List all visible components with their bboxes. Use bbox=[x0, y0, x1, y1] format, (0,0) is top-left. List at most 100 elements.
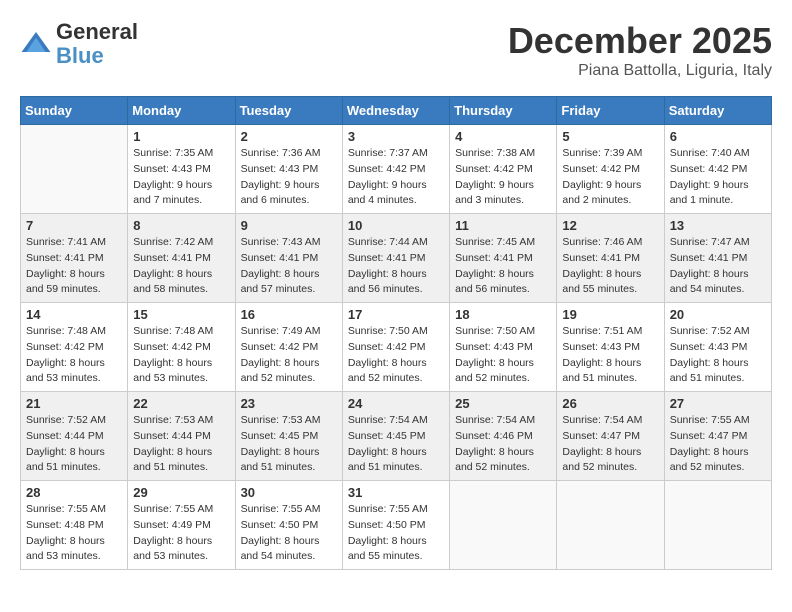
location-subtitle: Piana Battolla, Liguria, Italy bbox=[508, 62, 772, 80]
calendar-cell: 19 Sunrise: 7:51 AMSunset: 4:43 PMDayligh… bbox=[557, 303, 664, 392]
day-number: 25 bbox=[455, 396, 551, 411]
day-info: Sunrise: 7:42 AMSunset: 4:41 PMDaylight:… bbox=[133, 235, 229, 298]
calendar-cell: 18Sunrise: 7:50 AMSunset: 4:43 PMDayligh… bbox=[450, 303, 557, 392]
day-info: Sunrise: 7:50 AMSunset: 4:43 PMDaylight:… bbox=[455, 324, 551, 387]
calendar-cell: 1 Sunrise: 7:35 AMSunset: 4:43 PMDaylight… bbox=[128, 125, 235, 214]
day-number: 13 bbox=[670, 218, 766, 233]
calendar-week-4: 21 Sunrise: 7:52 AMSunset: 4:44 PMDayligh… bbox=[21, 392, 772, 481]
day-info: Sunrise: 7:55 AMSunset: 4:48 PMDaylight:… bbox=[26, 502, 122, 565]
day-number: 4 bbox=[455, 129, 551, 144]
page-header: General Blue December 2025 Piana Battoll… bbox=[20, 20, 772, 80]
day-number: 17 bbox=[348, 307, 444, 322]
calendar-cell: 5 Sunrise: 7:39 AMSunset: 4:42 PMDaylight… bbox=[557, 125, 664, 214]
calendar-cell: 21 Sunrise: 7:52 AMSunset: 4:44 PMDayligh… bbox=[21, 392, 128, 481]
day-number: 21 bbox=[26, 396, 122, 411]
day-number: 11 bbox=[455, 218, 551, 233]
day-number: 20 bbox=[670, 307, 766, 322]
day-number: 12 bbox=[562, 218, 658, 233]
calendar-cell: 16Sunrise: 7:49 AMSunset: 4:42 PMDayligh… bbox=[235, 303, 342, 392]
header-cell-tuesday: Tuesday bbox=[235, 97, 342, 125]
calendar-week-3: 14 Sunrise: 7:48 AMSunset: 4:42 PMDayligh… bbox=[21, 303, 772, 392]
calendar-cell: 11 Sunrise: 7:45 AMSunset: 4:41 PMDayligh… bbox=[450, 214, 557, 303]
day-info: Sunrise: 7:55 AMSunset: 4:49 PMDaylight:… bbox=[133, 502, 229, 565]
calendar-cell: 24Sunrise: 7:54 AMSunset: 4:45 PMDayligh… bbox=[342, 392, 449, 481]
day-info: Sunrise: 7:54 AMSunset: 4:47 PMDaylight:… bbox=[562, 413, 658, 476]
day-number: 1 bbox=[133, 129, 229, 144]
calendar-cell bbox=[21, 125, 128, 214]
day-number: 23 bbox=[241, 396, 337, 411]
calendar-cell: 14 Sunrise: 7:48 AMSunset: 4:42 PMDayligh… bbox=[21, 303, 128, 392]
day-info: Sunrise: 7:55 AMSunset: 4:50 PMDaylight:… bbox=[241, 502, 337, 565]
header-cell-sunday: Sunday bbox=[21, 97, 128, 125]
calendar-cell: 8 Sunrise: 7:42 AMSunset: 4:41 PMDaylight… bbox=[128, 214, 235, 303]
calendar-cell: 28 Sunrise: 7:55 AMSunset: 4:48 PMDayligh… bbox=[21, 481, 128, 570]
day-number: 5 bbox=[562, 129, 658, 144]
calendar-cell: 9 Sunrise: 7:43 AMSunset: 4:41 PMDaylight… bbox=[235, 214, 342, 303]
day-info: Sunrise: 7:55 AMSunset: 4:50 PMDaylight:… bbox=[348, 502, 444, 565]
calendar-cell: 22Sunrise: 7:53 AMSunset: 4:44 PMDayligh… bbox=[128, 392, 235, 481]
calendar-cell: 4 Sunrise: 7:38 AMSunset: 4:42 PMDaylight… bbox=[450, 125, 557, 214]
day-info: Sunrise: 7:38 AMSunset: 4:42 PMDaylight:… bbox=[455, 146, 551, 209]
calendar-cell: 7Sunrise: 7:41 AMSunset: 4:41 PMDaylight… bbox=[21, 214, 128, 303]
day-number: 22 bbox=[133, 396, 229, 411]
month-title: December 2025 bbox=[508, 20, 772, 62]
day-info: Sunrise: 7:52 AMSunset: 4:44 PMDaylight:… bbox=[26, 413, 122, 476]
day-number: 15 bbox=[133, 307, 229, 322]
calendar-cell bbox=[450, 481, 557, 570]
day-number: 26 bbox=[562, 396, 658, 411]
day-number: 3 bbox=[348, 129, 444, 144]
calendar-cell: 20 Sunrise: 7:52 AMSunset: 4:43 PMDayligh… bbox=[664, 303, 771, 392]
calendar-cell: 27 Sunrise: 7:55 AMSunset: 4:47 PMDayligh… bbox=[664, 392, 771, 481]
day-number: 7 bbox=[26, 218, 122, 233]
calendar-cell: 26 Sunrise: 7:54 AMSunset: 4:47 PMDayligh… bbox=[557, 392, 664, 481]
calendar-cell: 31 Sunrise: 7:55 AMSunset: 4:50 PMDayligh… bbox=[342, 481, 449, 570]
day-number: 19 bbox=[562, 307, 658, 322]
calendar-cell: 2Sunrise: 7:36 AMSunset: 4:43 PMDaylight… bbox=[235, 125, 342, 214]
calendar-cell bbox=[664, 481, 771, 570]
calendar-cell: 25 Sunrise: 7:54 AMSunset: 4:46 PMDayligh… bbox=[450, 392, 557, 481]
day-number: 28 bbox=[26, 485, 122, 500]
day-number: 2 bbox=[241, 129, 337, 144]
calendar-cell: 15 Sunrise: 7:48 AMSunset: 4:42 PMDayligh… bbox=[128, 303, 235, 392]
day-number: 9 bbox=[241, 218, 337, 233]
day-info: Sunrise: 7:48 AMSunset: 4:42 PMDaylight:… bbox=[133, 324, 229, 387]
day-info: Sunrise: 7:50 AMSunset: 4:42 PMDaylight:… bbox=[348, 324, 444, 387]
calendar-week-5: 28 Sunrise: 7:55 AMSunset: 4:48 PMDayligh… bbox=[21, 481, 772, 570]
calendar-cell: 12Sunrise: 7:46 AMSunset: 4:41 PMDayligh… bbox=[557, 214, 664, 303]
logo: General Blue bbox=[20, 20, 138, 68]
day-number: 14 bbox=[26, 307, 122, 322]
day-number: 30 bbox=[241, 485, 337, 500]
calendar-cell: 30 Sunrise: 7:55 AMSunset: 4:50 PMDayligh… bbox=[235, 481, 342, 570]
day-info: Sunrise: 7:45 AMSunset: 4:41 PMDaylight:… bbox=[455, 235, 551, 298]
day-info: Sunrise: 7:43 AMSunset: 4:41 PMDaylight:… bbox=[241, 235, 337, 298]
day-info: Sunrise: 7:39 AMSunset: 4:42 PMDaylight:… bbox=[562, 146, 658, 209]
day-info: Sunrise: 7:54 AMSunset: 4:46 PMDaylight:… bbox=[455, 413, 551, 476]
calendar-cell: 3Sunrise: 7:37 AMSunset: 4:42 PMDaylight… bbox=[342, 125, 449, 214]
calendar-table: SundayMondayTuesdayWednesdayThursdayFrid… bbox=[20, 96, 772, 570]
day-number: 31 bbox=[348, 485, 444, 500]
day-info: Sunrise: 7:53 AMSunset: 4:45 PMDaylight:… bbox=[241, 413, 337, 476]
calendar-week-1: 1 Sunrise: 7:35 AMSunset: 4:43 PMDaylight… bbox=[21, 125, 772, 214]
title-section: December 2025 Piana Battolla, Liguria, I… bbox=[508, 20, 772, 80]
day-number: 10 bbox=[348, 218, 444, 233]
day-number: 27 bbox=[670, 396, 766, 411]
day-info: Sunrise: 7:51 AMSunset: 4:43 PMDaylight:… bbox=[562, 324, 658, 387]
day-info: Sunrise: 7:48 AMSunset: 4:42 PMDaylight:… bbox=[26, 324, 122, 387]
logo-text: General Blue bbox=[56, 20, 138, 68]
day-info: Sunrise: 7:55 AMSunset: 4:47 PMDaylight:… bbox=[670, 413, 766, 476]
day-info: Sunrise: 7:47 AMSunset: 4:41 PMDaylight:… bbox=[670, 235, 766, 298]
day-number: 6 bbox=[670, 129, 766, 144]
calendar-body: 1 Sunrise: 7:35 AMSunset: 4:43 PMDaylight… bbox=[21, 125, 772, 570]
logo-line2: Blue bbox=[56, 44, 138, 68]
header-cell-friday: Friday bbox=[557, 97, 664, 125]
header-cell-wednesday: Wednesday bbox=[342, 97, 449, 125]
day-info: Sunrise: 7:40 AMSunset: 4:42 PMDaylight:… bbox=[670, 146, 766, 209]
calendar-week-2: 7Sunrise: 7:41 AMSunset: 4:41 PMDaylight… bbox=[21, 214, 772, 303]
day-info: Sunrise: 7:35 AMSunset: 4:43 PMDaylight:… bbox=[133, 146, 229, 209]
day-info: Sunrise: 7:52 AMSunset: 4:43 PMDaylight:… bbox=[670, 324, 766, 387]
day-number: 29 bbox=[133, 485, 229, 500]
day-number: 8 bbox=[133, 218, 229, 233]
header-cell-saturday: Saturday bbox=[664, 97, 771, 125]
day-number: 16 bbox=[241, 307, 337, 322]
header-cell-monday: Monday bbox=[128, 97, 235, 125]
